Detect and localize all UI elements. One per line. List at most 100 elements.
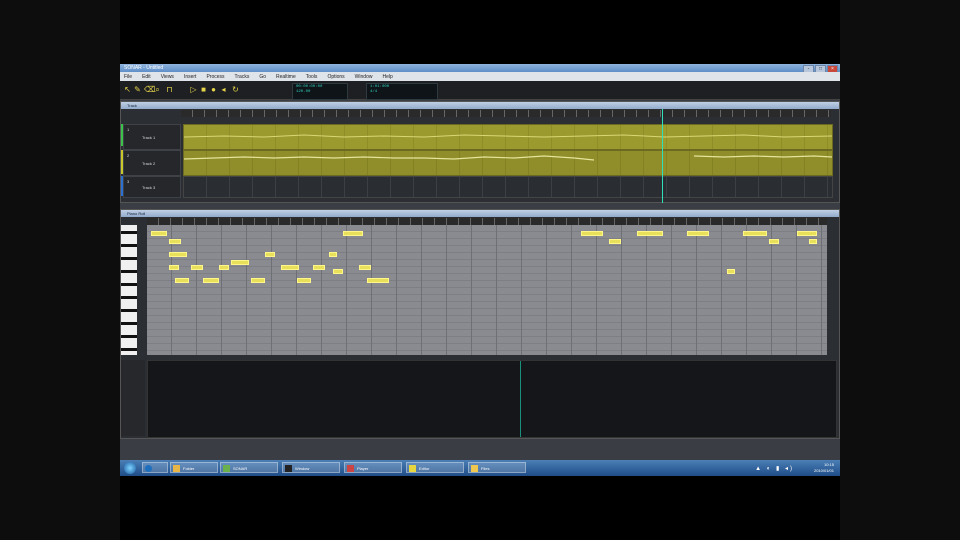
note[interactable]	[175, 278, 189, 283]
note[interactable]	[313, 265, 325, 270]
note[interactable]	[333, 269, 343, 274]
taskbar-button[interactable]: Editor	[406, 462, 464, 473]
menu-options[interactable]: Options	[327, 74, 344, 80]
menu-insert[interactable]: Insert	[184, 74, 197, 80]
note[interactable]	[769, 239, 779, 244]
folder-icon	[471, 465, 478, 472]
task-label: Editor	[419, 466, 430, 471]
track-name[interactable]: Track 3	[142, 185, 155, 190]
note[interactable]	[609, 239, 621, 244]
menu-tools[interactable]: Tools	[306, 74, 318, 80]
menu-views[interactable]: Views	[161, 74, 174, 80]
menu-tracks[interactable]: Tracks	[235, 74, 250, 80]
track-header[interactable]: 1 Track 1	[123, 124, 181, 150]
piano-roll-title[interactable]: Piano Roll	[121, 210, 839, 217]
time-ruler[interactable]	[181, 110, 831, 117]
midi-clip[interactable]	[183, 124, 833, 150]
taskbar-button[interactable]: Folder	[170, 462, 218, 473]
note[interactable]	[329, 252, 337, 257]
clip-notes	[183, 155, 833, 161]
track-view-title[interactable]: Track	[121, 102, 839, 109]
now-time-marker[interactable]	[662, 109, 663, 203]
rewind-icon[interactable]: ◂	[220, 85, 227, 94]
track-header[interactable]: 2 Track 2	[123, 150, 181, 176]
taskbar-button[interactable]: Files	[468, 462, 526, 473]
note[interactable]	[809, 239, 817, 244]
menu-go[interactable]: Go	[259, 74, 266, 80]
time-display[interactable]: 00:00:00:00 120.00	[292, 83, 348, 100]
midi-clip[interactable]	[183, 150, 833, 176]
play-icon[interactable]: ▷	[190, 85, 197, 94]
sonar-icon	[223, 465, 230, 472]
menu-edit[interactable]: Edit	[142, 74, 151, 80]
menu-window[interactable]: Window	[355, 74, 373, 80]
note[interactable]	[297, 278, 311, 283]
loop-icon[interactable]: ↻	[232, 85, 239, 94]
empty-track-lane[interactable]	[183, 176, 833, 198]
clip-notes	[183, 134, 833, 138]
track-number: 1	[127, 127, 130, 132]
note[interactable]	[203, 278, 219, 283]
note[interactable]	[169, 252, 187, 257]
tempo-display-value: 120.00	[296, 90, 311, 94]
note[interactable]	[219, 265, 229, 270]
track-view-panel: Track 1 Track 1 2 Track 2 3 Track 3	[120, 101, 840, 203]
note[interactable]	[359, 265, 371, 270]
note[interactable]	[169, 239, 181, 244]
note[interactable]	[637, 231, 663, 236]
taskbar-button[interactable]: Player	[344, 462, 402, 473]
taskbar-clock[interactable]: 10:15 2010/01/01	[814, 462, 834, 474]
position-display[interactable]: 1:01:000 4/4	[366, 83, 438, 100]
snap-icon[interactable]: ⊓	[166, 85, 173, 94]
draw-icon[interactable]: ✎	[134, 85, 141, 94]
note[interactable]	[191, 265, 203, 270]
note[interactable]	[281, 265, 299, 270]
start-button[interactable]	[124, 462, 136, 474]
now-time-marker	[520, 361, 521, 437]
piano-roll-ruler[interactable]	[147, 218, 827, 225]
menu-help[interactable]: Help	[382, 74, 392, 80]
editor-icon	[409, 465, 416, 472]
note[interactable]	[231, 260, 249, 265]
taskbar-button[interactable]: SONAR	[220, 462, 278, 473]
taskbar-button[interactable]: Window	[282, 462, 340, 473]
note[interactable]	[251, 278, 265, 283]
note[interactable]	[169, 265, 179, 270]
track-header[interactable]: 3 Track 3	[123, 176, 181, 198]
note[interactable]	[367, 278, 389, 283]
menu-bar: File Edit Views Insert Process Tracks Go…	[120, 72, 840, 81]
window-title: SONAR - Untitled	[124, 65, 164, 71]
note[interactable]	[151, 231, 167, 236]
note[interactable]	[265, 252, 275, 257]
stop-icon[interactable]: ■	[200, 85, 207, 94]
task-label: Folder	[183, 466, 195, 471]
note[interactable]	[797, 231, 817, 236]
menu-realtime[interactable]: Realtime	[276, 74, 296, 80]
controller-pane-header[interactable]	[121, 360, 145, 436]
track-name[interactable]: Track 1	[142, 135, 155, 140]
taskbar: Folder SONAR Window Player Editor Files …	[120, 460, 840, 476]
erase-icon[interactable]: ⌫	[144, 85, 155, 94]
record-icon[interactable]: ●	[210, 85, 217, 94]
system-tray[interactable]: ▲ ◐ ▮ ◂)	[755, 465, 794, 472]
folder-icon	[173, 465, 180, 472]
task-label: SONAR	[233, 466, 248, 471]
select-icon[interactable]: ↖	[124, 85, 131, 94]
note[interactable]	[743, 231, 767, 236]
controller-pane[interactable]	[147, 360, 837, 438]
window-titlebar[interactable]: SONAR - Untitled - □ ×	[120, 64, 840, 73]
menu-process[interactable]: Process	[206, 74, 224, 80]
note[interactable]	[581, 231, 603, 236]
note[interactable]	[687, 231, 709, 236]
zoom-icon[interactable]: ⌕	[154, 85, 161, 94]
browser-icon	[145, 465, 152, 472]
note-grid[interactable]	[147, 225, 827, 355]
menu-file[interactable]: File	[124, 74, 132, 80]
piano-keyboard[interactable]	[121, 225, 137, 355]
note[interactable]	[727, 269, 735, 274]
taskbar-button[interactable]	[142, 462, 168, 473]
track-number: 2	[127, 153, 130, 158]
note[interactable]	[343, 231, 363, 236]
letterbox-left	[0, 0, 120, 540]
track-name[interactable]: Track 2	[142, 161, 155, 166]
